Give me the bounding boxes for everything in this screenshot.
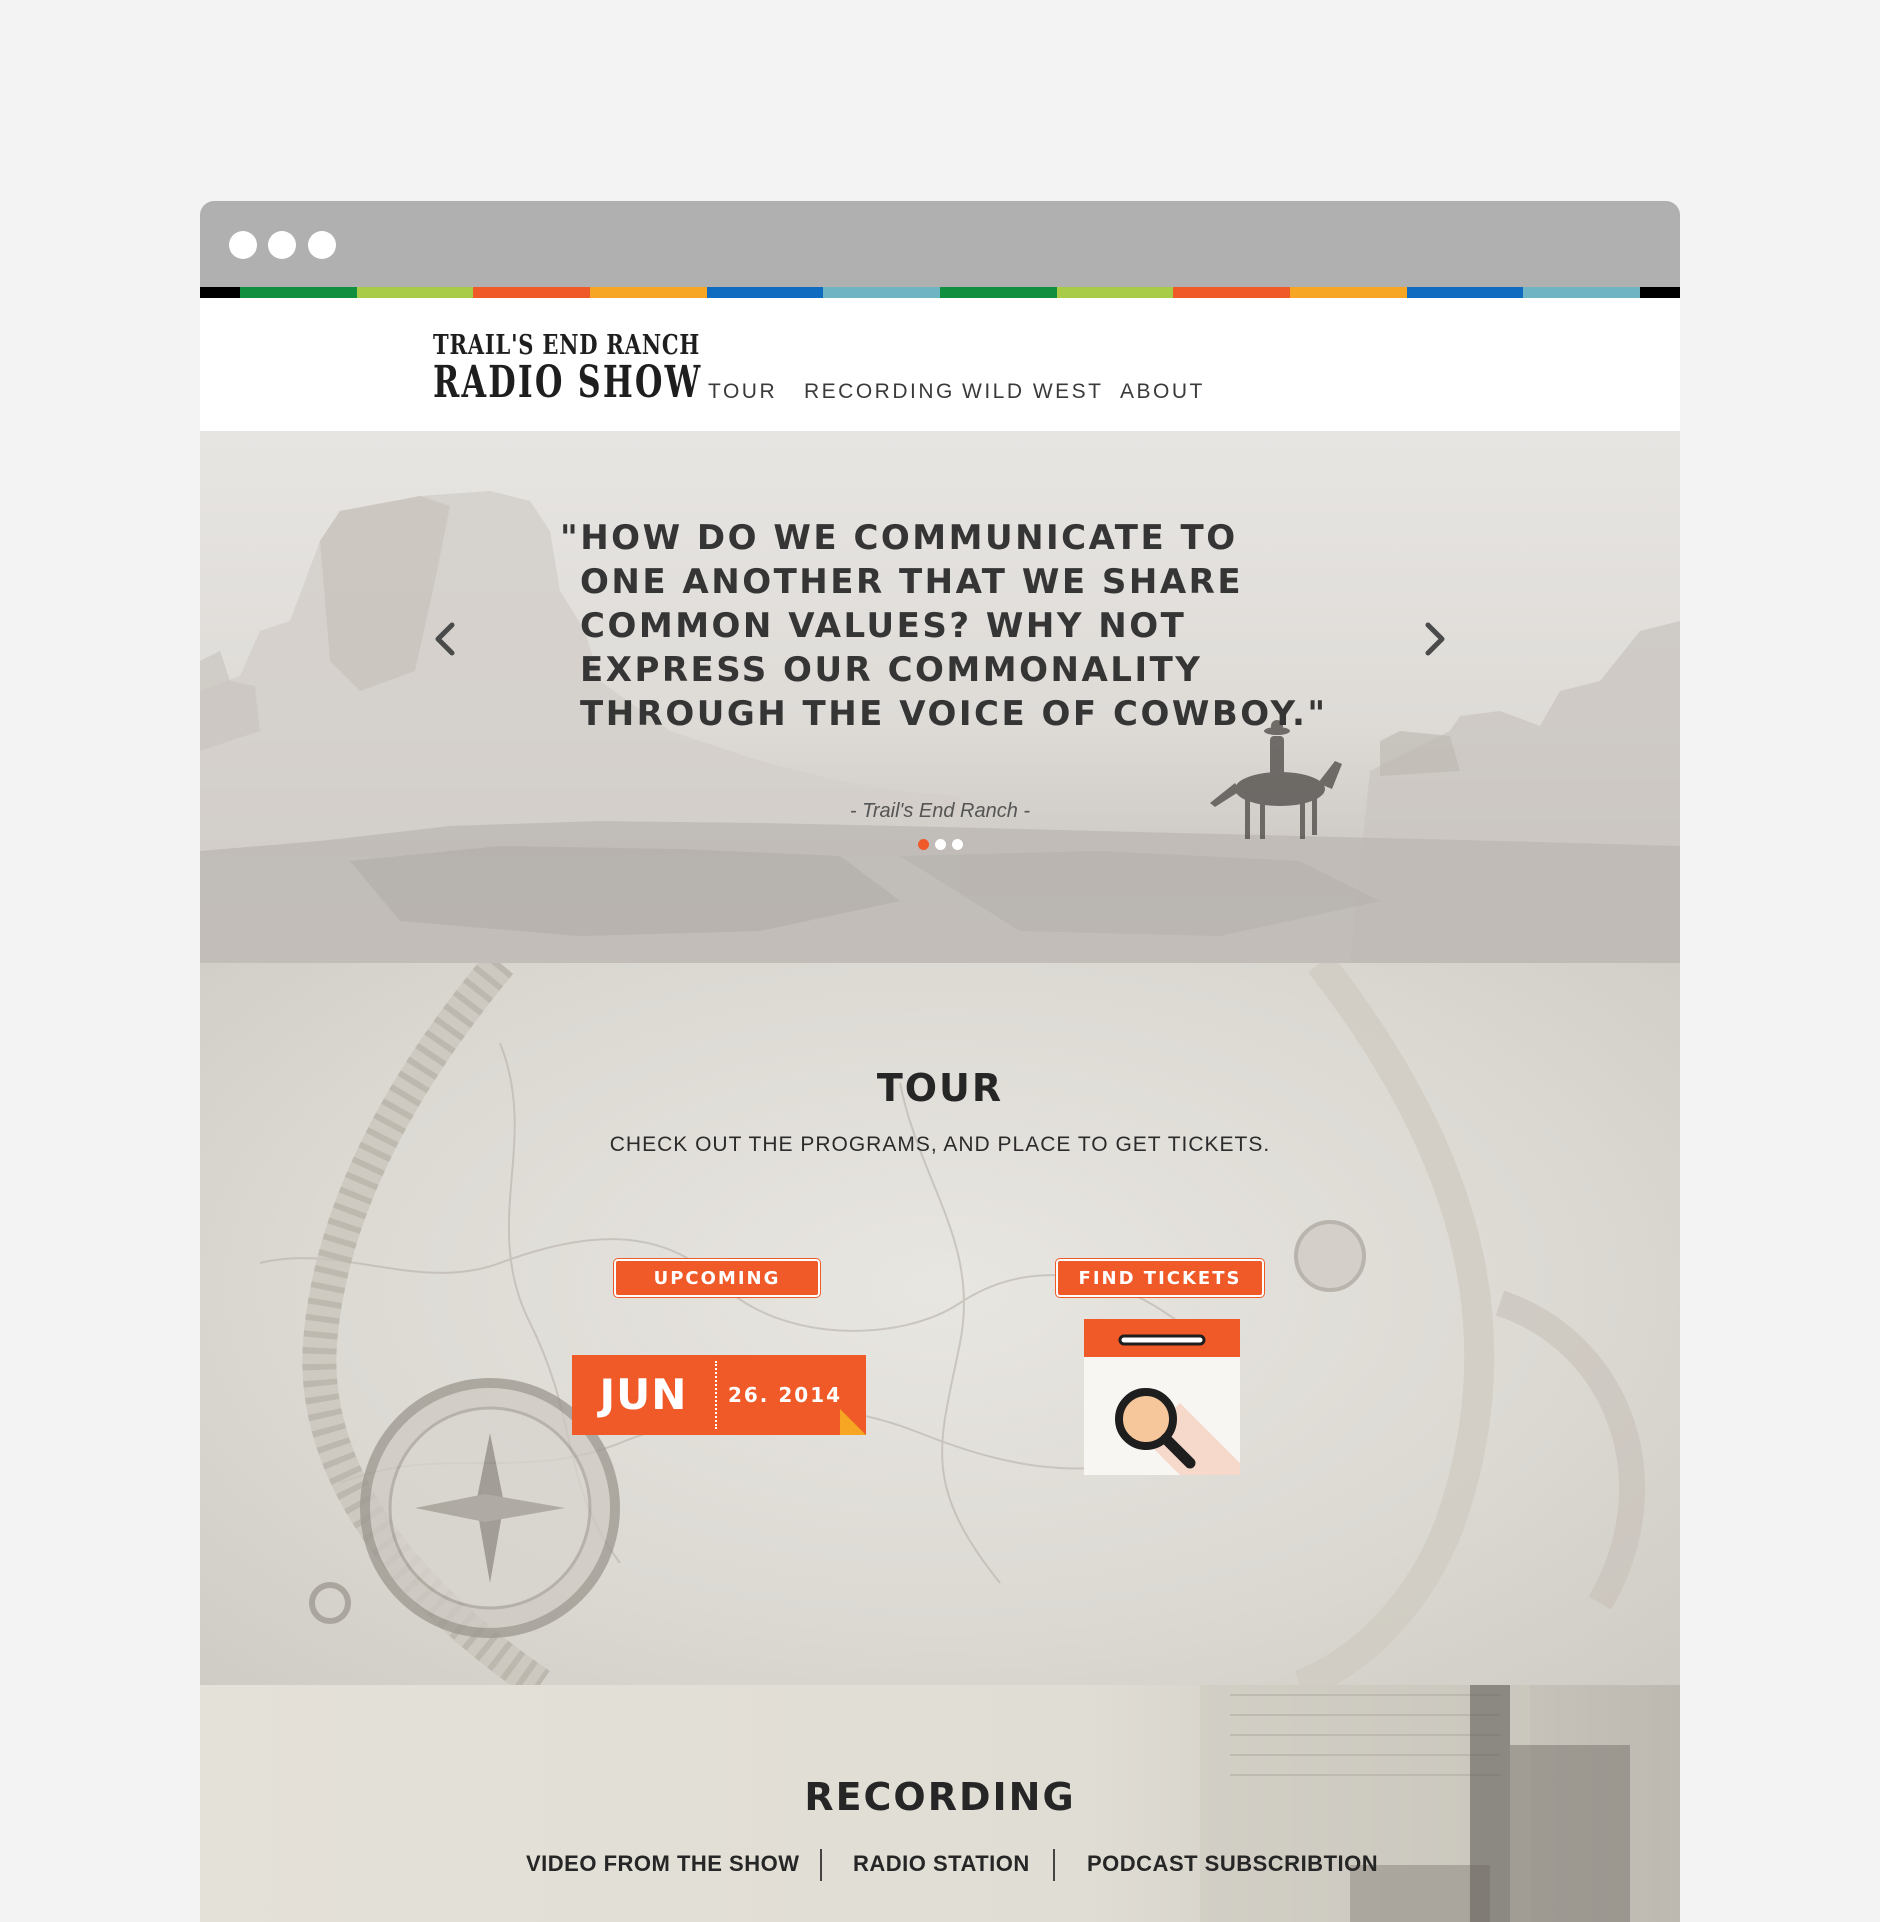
link-radio-station[interactable]: RADIO STATION [853, 1851, 1030, 1877]
stripe-segment [1173, 287, 1290, 298]
window-maximize-dot[interactable] [308, 231, 336, 259]
link-divider [820, 1849, 822, 1881]
hero-attribution: - Trail's End Ranch - [849, 800, 1031, 822]
date-card-fold [840, 1409, 866, 1435]
tour-section: TOUR CHECK OUT THE PROGRAMS, AND PLACE T… [200, 963, 1680, 1685]
stripe-segment [1056, 287, 1174, 298]
carousel-dot[interactable] [952, 839, 963, 850]
stripe-segment [1639, 287, 1680, 298]
link-divider [1053, 1849, 1055, 1881]
stripe-segment [356, 287, 474, 298]
chevron-left-icon[interactable] [430, 619, 460, 659]
chevron-right-icon[interactable] [1420, 619, 1450, 659]
stripe-segment [1406, 287, 1524, 298]
browser-window: TRAIL'S END RANCH RADIO SHOW TOUR RECORD… [200, 201, 1680, 1922]
calendar-search-icon[interactable] [1084, 1319, 1240, 1475]
upcoming-date-card[interactable]: JUN 26. 2014 [572, 1355, 866, 1435]
color-stripe [200, 287, 1680, 298]
recording-title: RECORDING [804, 1775, 1076, 1819]
find-tickets-tag[interactable]: FIND TICKETS [1056, 1259, 1264, 1297]
upcoming-tag[interactable]: UPCOMING [614, 1259, 820, 1297]
date-month: JUN [599, 1370, 688, 1419]
window-close-dot[interactable] [229, 231, 257, 259]
stripe-segment [1289, 287, 1407, 298]
stripe-segment [1523, 287, 1640, 298]
stripe-segment [589, 287, 707, 298]
date-day: 26. 2014 [727, 1383, 843, 1407]
link-video-from-the-show[interactable]: VIDEO FROM THE SHOW [526, 1851, 800, 1877]
stripe-segment [939, 287, 1057, 298]
site-header: TRAIL'S END RANCH RADIO SHOW TOUR RECORD… [200, 298, 1680, 431]
nav-wild-west[interactable]: WILD WEST [962, 380, 1104, 404]
logo-line-2: RADIO SHOW [433, 357, 703, 408]
tour-title: TOUR [876, 1066, 1004, 1110]
window-minimize-dot[interactable] [268, 231, 296, 259]
carousel-pager [918, 839, 963, 850]
hero-quote: "HOW DO WE COMMUNICATE TO ONE ANOTHER TH… [560, 518, 1328, 734]
date-divider [715, 1361, 717, 1429]
link-podcast-subscription[interactable]: PODCAST SUBSCRIBTION [1087, 1851, 1378, 1877]
stripe-segment [240, 287, 357, 298]
hero-carousel: "HOW DO WE COMMUNICATE TO ONE ANOTHER TH… [200, 431, 1680, 963]
nav-tour[interactable]: TOUR [708, 380, 777, 404]
carousel-dot[interactable] [918, 839, 929, 850]
carousel-dot[interactable] [935, 839, 946, 850]
stripe-segment [823, 287, 940, 298]
recording-section: RECORDING VIDEO FROM THE SHOW RADIO STAT… [200, 1685, 1680, 1922]
nav-recording[interactable]: RECORDING [804, 380, 955, 404]
stripe-segment [473, 287, 590, 298]
stripe-segment [706, 287, 824, 298]
stripe-segment [200, 287, 240, 298]
tour-subtitle: CHECK OUT THE PROGRAMS, AND PLACE TO GET… [609, 1133, 1271, 1156]
nav-about[interactable]: ABOUT [1120, 380, 1205, 404]
browser-titlebar [200, 201, 1680, 287]
